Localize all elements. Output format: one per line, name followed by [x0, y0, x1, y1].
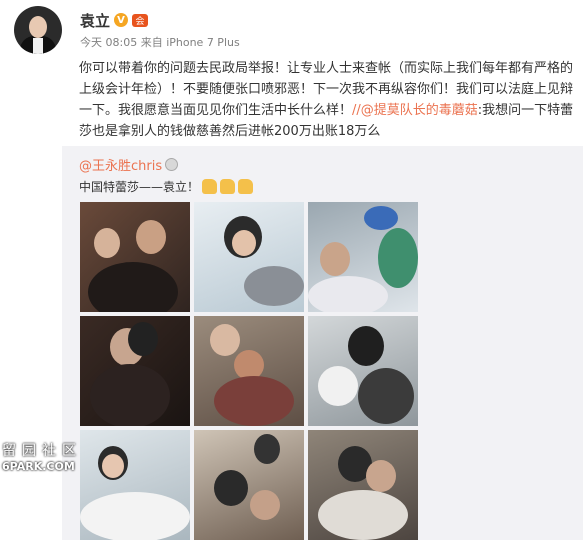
photo-4[interactable]	[80, 316, 190, 426]
watermark-english: 6PARK.COM	[2, 460, 75, 473]
member-badge-icon: 会	[132, 13, 149, 27]
author-row: 袁立 V 会	[80, 10, 149, 31]
mention-link[interactable]: //@提莫队长的毒蘑菇	[352, 103, 478, 118]
watermark-chinese: 留园社区	[2, 443, 82, 459]
post-meta: 今天 08:05 来自 iPhone 7 Plus	[80, 36, 240, 49]
repost-header: @王永胜chris	[79, 155, 179, 174]
author-name[interactable]: 袁立	[80, 10, 110, 31]
thumbs-up-icon	[202, 179, 218, 194]
verified-badge-icon: V	[114, 13, 129, 27]
photo-1[interactable]	[80, 202, 190, 312]
repost-card: @王永胜chris 中国特蕾莎——袁立！	[62, 146, 583, 540]
photo-9[interactable]	[308, 430, 418, 540]
avatar[interactable]	[14, 6, 62, 54]
site-watermark: 留园社区 6PARK.COM	[2, 440, 102, 474]
repost-text: 中国特蕾莎——袁立！	[79, 180, 200, 194]
repost-text-row: 中国特蕾莎——袁立！	[79, 178, 254, 195]
photo-5[interactable]	[194, 316, 304, 426]
photo-grid	[80, 202, 420, 540]
medal-icon	[165, 158, 179, 171]
photo-2[interactable]	[194, 202, 304, 312]
photo-3[interactable]	[308, 202, 418, 312]
photo-8[interactable]	[194, 430, 304, 540]
thumbs-up-icon	[220, 179, 236, 194]
photo-6[interactable]	[308, 316, 418, 426]
repost-author-link[interactable]: @王永胜chris	[79, 155, 162, 174]
thumbs-up-icon	[238, 179, 254, 194]
post-text: 你可以带着你的问题去民政局举报！让专业人士来查帐（而实际上我们每年都有严格的上级…	[79, 58, 574, 142]
weibo-post: 袁立 V 会 今天 08:05 来自 iPhone 7 Plus 你可以带着你的…	[0, 0, 583, 540]
